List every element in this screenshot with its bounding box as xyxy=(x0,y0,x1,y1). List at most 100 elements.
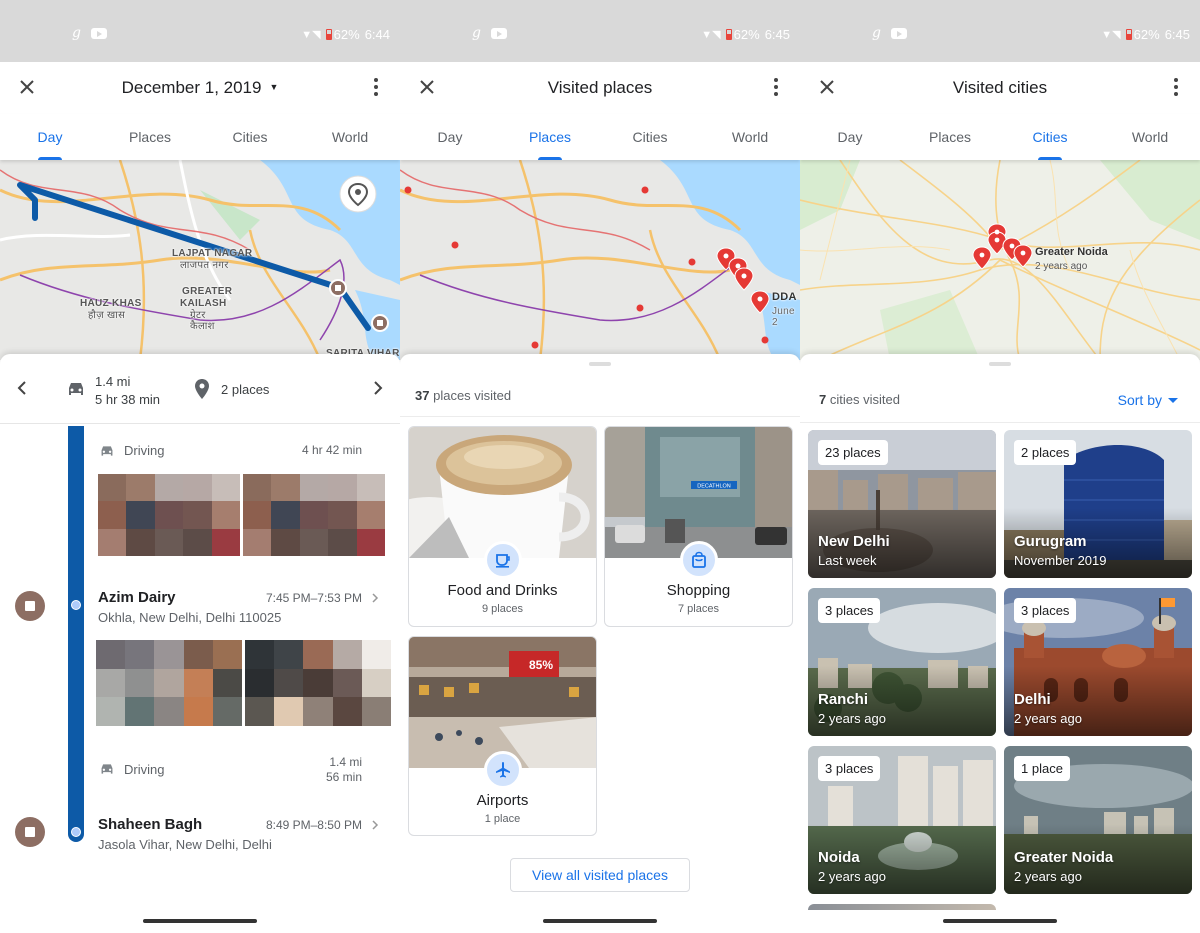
photo-thumbnail[interactable] xyxy=(98,474,240,556)
youtube-icon xyxy=(890,27,907,39)
city-card-noida[interactable]: 3 places Noida 2 years ago xyxy=(808,746,996,894)
city-card-gurugram[interactable]: 2 places Gurugram November 2019 xyxy=(1004,430,1192,578)
cities-screen: g ▼◥ 62% 6:45 Visited cities Day Places … xyxy=(800,0,1200,933)
tab-places[interactable]: Places xyxy=(900,114,1000,160)
tab-day[interactable]: Day xyxy=(400,114,500,160)
cities-map[interactable]: Greater Noida 2 years ago xyxy=(800,160,1200,360)
category-shopping[interactable]: DECATHLON Shopping 7 places xyxy=(604,426,793,627)
photo-thumbnail[interactable] xyxy=(96,640,242,726)
city-card-ranchi[interactable]: 3 places Ranchi 2 years ago xyxy=(808,588,996,736)
dropdown-arrow-icon: ▼ xyxy=(269,82,279,92)
city-card-partial[interactable] xyxy=(808,904,996,910)
battery-icon xyxy=(1125,29,1132,40)
tab-day[interactable]: Day xyxy=(800,114,900,160)
tab-cities[interactable]: Cities xyxy=(200,114,300,160)
home-indicator[interactable] xyxy=(943,919,1057,923)
city-places-chip: 1 place xyxy=(1014,756,1070,781)
chevron-right-icon[interactable] xyxy=(370,593,380,603)
signal-icon: ▼◥ xyxy=(701,29,721,41)
city-last-visit: 2 years ago xyxy=(818,869,886,884)
place-name[interactable]: Shaheen Bagh xyxy=(98,816,202,833)
battery-text: 62% xyxy=(1133,27,1160,42)
battery-text: 62% xyxy=(733,27,760,42)
mall-photo: DECATHLON xyxy=(605,427,792,558)
home-indicator[interactable] xyxy=(143,919,257,923)
stop-marker-icon xyxy=(15,591,45,621)
route-map[interactable]: LAJPAT NAGAR लाजपत नगर HAUZ KHAS हौज़ खा… xyxy=(0,160,400,360)
more-options-icon[interactable] xyxy=(772,78,780,100)
page-title: Visited places xyxy=(547,78,653,97)
category-count: 7 places xyxy=(678,603,719,615)
photo-thumbnail[interactable] xyxy=(245,640,391,726)
day-summary: 1.4 mi 5 hr 38 min 2 places xyxy=(0,354,400,424)
category-title: Shopping xyxy=(666,582,731,599)
home-indicator[interactable] xyxy=(543,919,657,923)
category-image xyxy=(409,427,596,558)
youtube-icon xyxy=(490,27,507,39)
place-address: Jasola Vihar, New Delhi, Delhi xyxy=(98,837,272,852)
tab-cities[interactable]: Cities xyxy=(1000,114,1100,160)
sort-by-button[interactable]: Sort by xyxy=(1118,392,1178,408)
places-count: 37 places visited xyxy=(415,388,511,403)
app-bar: December 1, 2019 ▼ xyxy=(0,62,400,114)
map-pin-sublabel: 2 years ago xyxy=(1035,261,1088,272)
city-last-visit: 2 years ago xyxy=(1014,869,1082,884)
category-airports[interactable]: 85% Airports 1 place xyxy=(408,636,597,836)
more-options-icon[interactable] xyxy=(372,78,380,100)
place-time: 7:45 PM–7:53 PM xyxy=(265,591,362,605)
timeline-bar xyxy=(68,426,84,842)
tab-cities[interactable]: Cities xyxy=(600,114,700,160)
tab-world[interactable]: World xyxy=(700,114,800,160)
status-bar: g ▼◥ 62% 6:45 xyxy=(800,0,1200,62)
signal-icon: ▼◥ xyxy=(1101,29,1121,41)
city-card-new-delhi[interactable]: 23 places New Delhi Last week xyxy=(808,430,996,578)
more-options-icon[interactable] xyxy=(1172,78,1180,100)
mall-sign: DECATHLON xyxy=(697,484,731,490)
sheet-handle[interactable] xyxy=(589,362,611,366)
photo-thumbnail[interactable] xyxy=(243,474,385,556)
timeline-dot xyxy=(71,600,81,610)
photo-strip[interactable] xyxy=(98,474,385,556)
category-title: Airports xyxy=(476,792,529,809)
tab-day[interactable]: Day xyxy=(0,114,100,160)
map-pin-label: Greater Noida xyxy=(1035,246,1108,258)
cities-count-text: cities visited xyxy=(829,392,900,407)
car-icon xyxy=(69,383,83,395)
segment-duration: 56 min xyxy=(325,770,362,784)
city-card-delhi[interactable]: 3 places Delhi 2 years ago xyxy=(1004,588,1192,736)
city-name: Noida xyxy=(818,849,860,866)
sheet-handle[interactable] xyxy=(989,362,1011,366)
sort-by-label: Sort by xyxy=(1117,392,1162,408)
view-all-places-button[interactable]: View all visited places xyxy=(510,858,690,892)
photo-strip[interactable] xyxy=(96,640,391,726)
tab-places[interactable]: Places xyxy=(500,114,600,160)
date-selector[interactable]: December 1, 2019 ▼ xyxy=(0,78,400,98)
map-label-gk-hi: ग्रेटर xyxy=(190,310,206,321)
map-label-lajpat: LAJPAT NAGAR xyxy=(172,248,253,259)
airplane-icon xyxy=(484,751,522,789)
map-graphics xyxy=(800,160,1200,360)
g-icon: g xyxy=(872,25,881,41)
category-count: 9 places xyxy=(482,603,523,615)
category-count: 1 place xyxy=(484,813,521,825)
city-places-chip: 23 places xyxy=(818,440,888,465)
place-name[interactable]: Azim Dairy xyxy=(98,589,176,606)
places-sheet: 37 places visited Food and Drinks 9 plac… xyxy=(400,354,800,933)
category-food-and-drinks[interactable]: Food and Drinks 9 places xyxy=(408,426,597,627)
segment-distance: 1.4 mi xyxy=(329,755,362,769)
places-map[interactable]: DDA June 2 xyxy=(400,160,800,360)
city-card-greater-noida[interactable]: 1 place Greater Noida 2 years ago xyxy=(1004,746,1192,894)
g-icon: g xyxy=(472,25,481,41)
tab-world[interactable]: World xyxy=(300,114,400,160)
city-name: Ranchi xyxy=(818,691,869,708)
map-graphics xyxy=(400,160,800,360)
youtube-icon xyxy=(90,27,107,39)
tab-bar: Day Places Cities World xyxy=(800,114,1200,160)
place-time: 8:49 PM–8:50 PM xyxy=(265,818,362,832)
previous-day-icon[interactable] xyxy=(14,380,30,396)
car-icon xyxy=(101,764,113,774)
next-day-icon[interactable] xyxy=(370,380,386,396)
chevron-right-icon[interactable] xyxy=(370,820,380,830)
tab-places[interactable]: Places xyxy=(100,114,200,160)
tab-world[interactable]: World xyxy=(1100,114,1200,160)
